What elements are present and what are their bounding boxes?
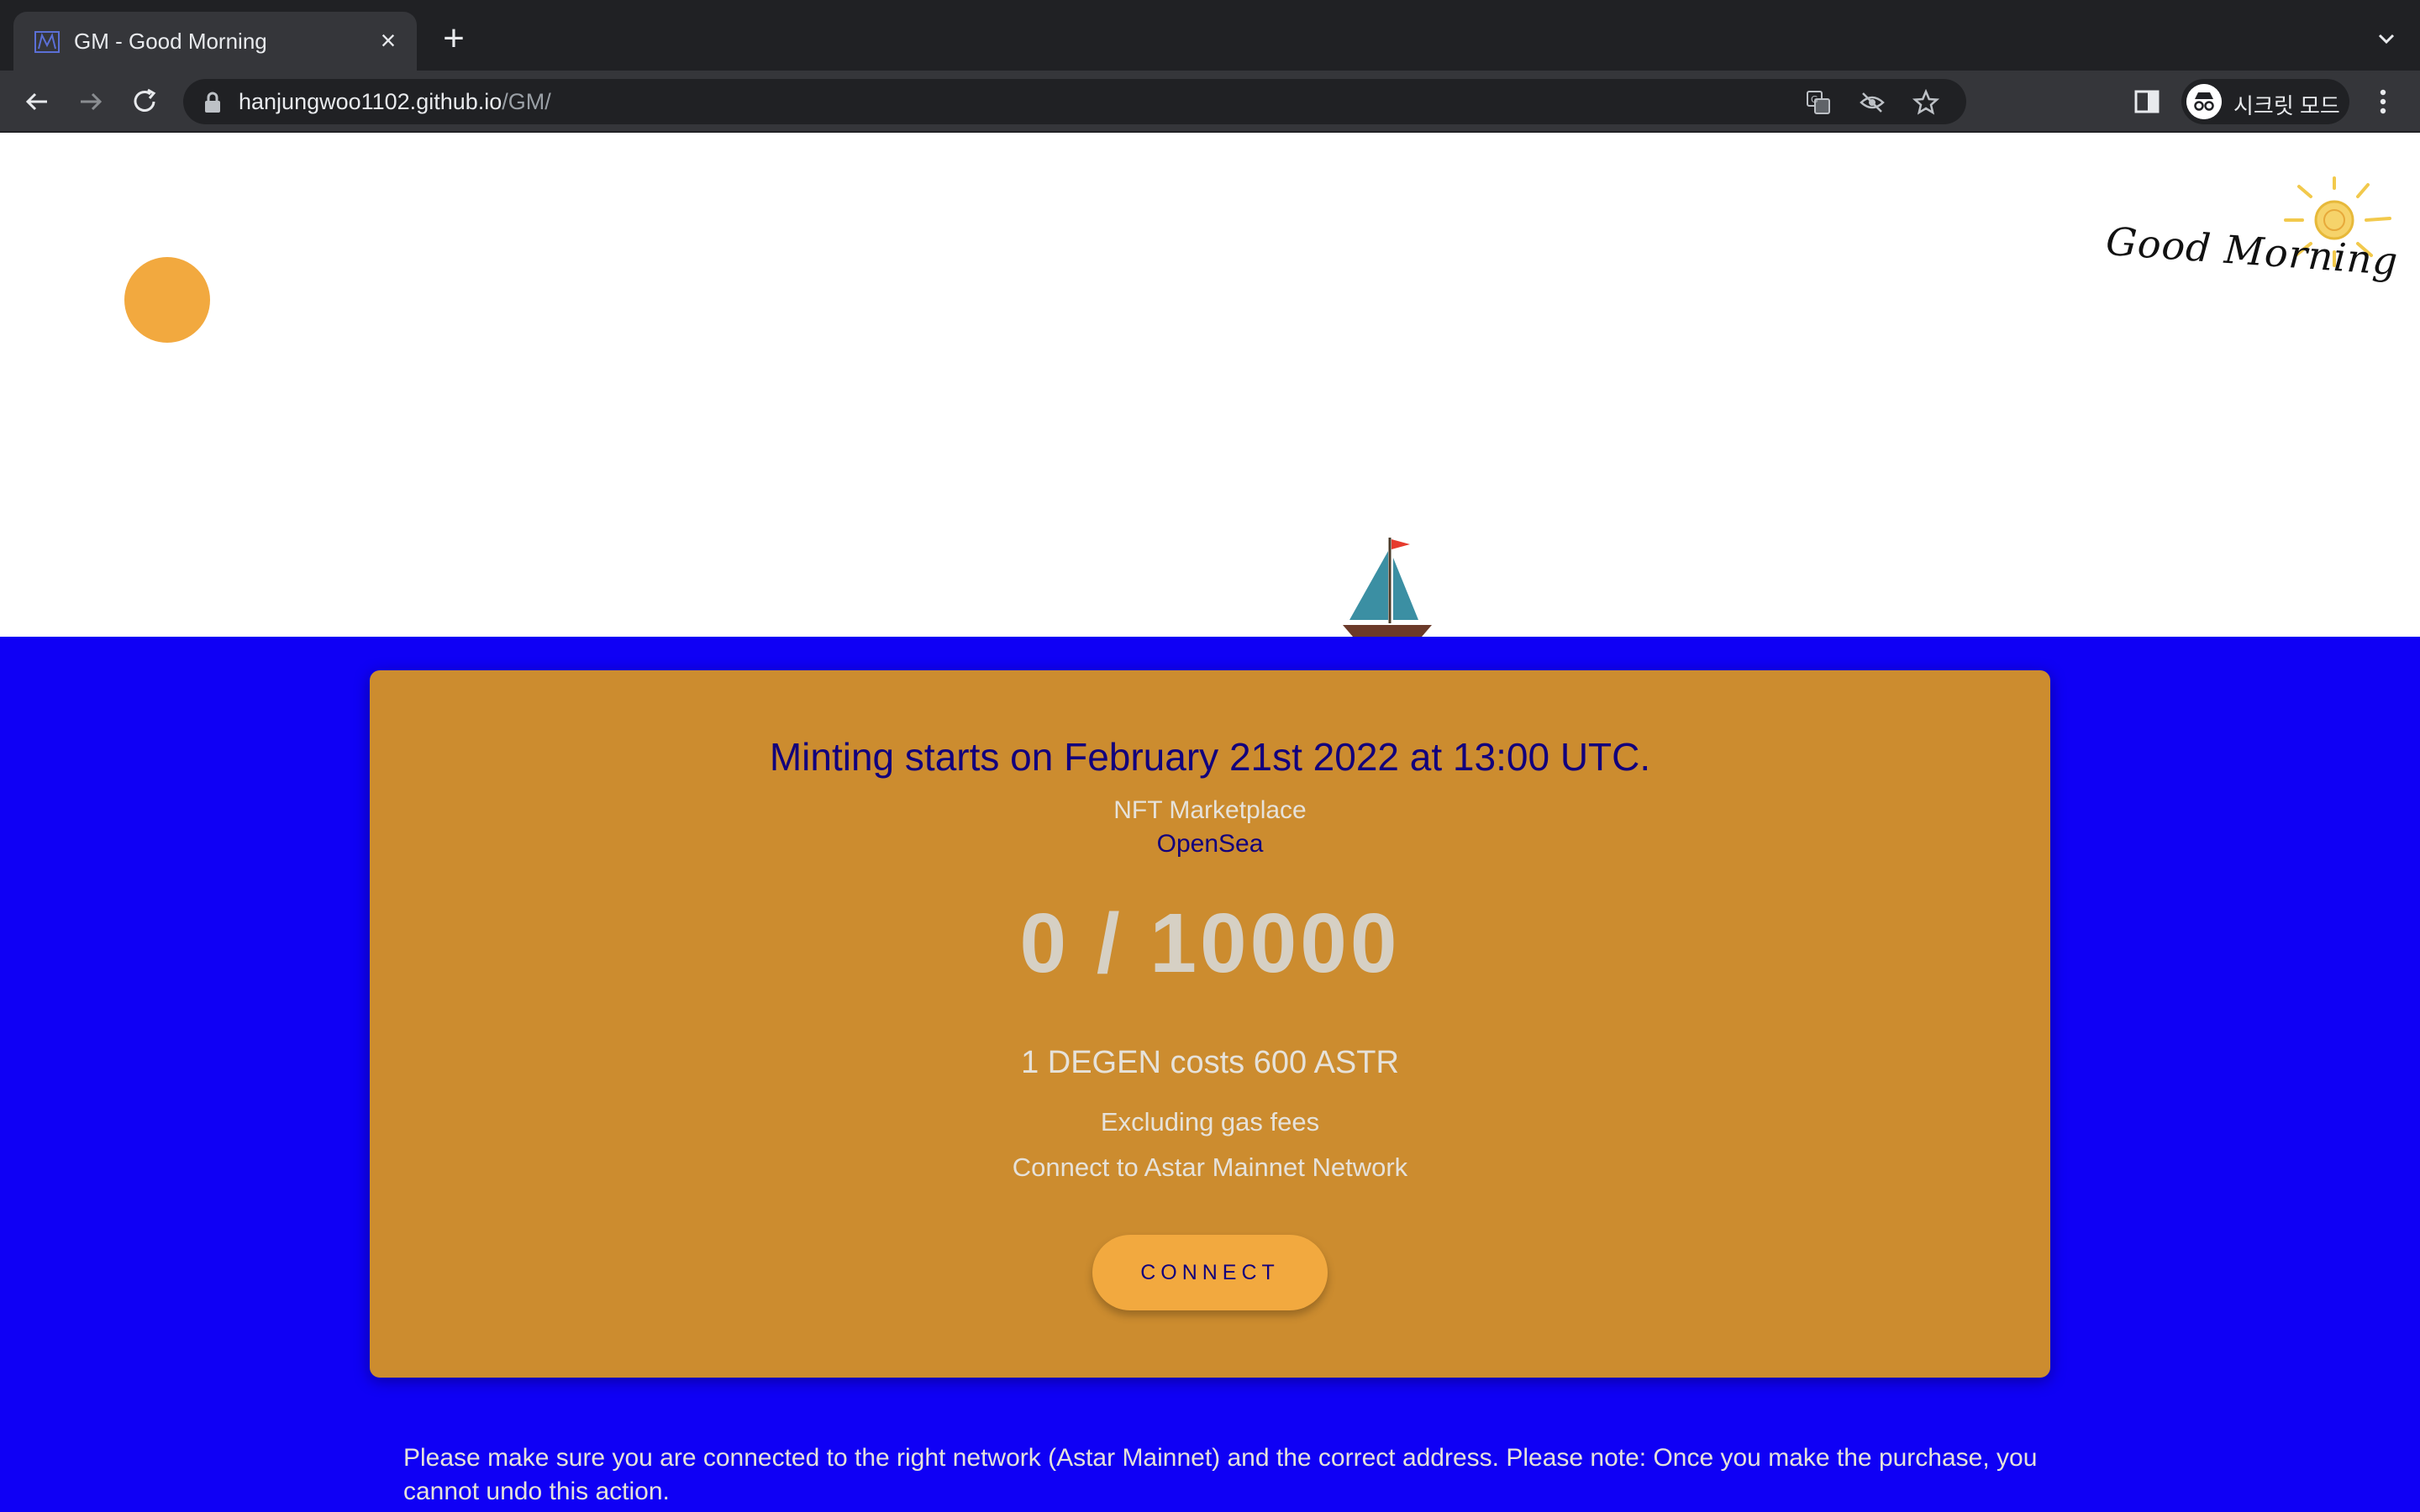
- opensea-link[interactable]: OpenSea: [370, 830, 2050, 858]
- browser-tab-strip: GM - Good Morning × +: [0, 0, 2420, 71]
- sun-circle: [124, 257, 210, 343]
- gas-fees-note: Excluding gas fees: [1100, 1107, 1320, 1137]
- translate-icon[interactable]: G: [1805, 89, 1832, 116]
- mint-counter: 0 / 10000: [1019, 896, 1401, 990]
- back-arrow-icon[interactable]: [20, 85, 54, 118]
- address-bar[interactable]: hanjungwoo1102.github.io/GM/ G: [183, 79, 1966, 124]
- star-icon[interactable]: [1912, 89, 1939, 116]
- profile-label: 시크릿 모드: [2233, 93, 2340, 118]
- browser-toolbar: hanjungwoo1102.github.io/GM/ G 시크릿 모드: [0, 71, 2420, 133]
- new-tab-plus-icon[interactable]: +: [437, 20, 471, 57]
- minting-headline: Minting starts on February 21st 2022 at …: [769, 735, 1651, 779]
- reload-icon[interactable]: [128, 85, 161, 118]
- url-host: hanjungwoo1102.github.io: [239, 89, 502, 114]
- sailboat-icon: [1343, 538, 1432, 637]
- incognito-profile-button[interactable]: 시크릿 모드: [2181, 79, 2349, 124]
- chevron-down-icon[interactable]: [2373, 25, 2400, 52]
- svg-text:G: G: [1811, 94, 1818, 105]
- favicon-icon: [34, 31, 60, 53]
- forward-arrow-icon[interactable]: [74, 85, 108, 118]
- mint-card: Minting starts on February 21st 2022 at …: [370, 670, 2050, 1378]
- tab-title: GM - Good Morning: [74, 29, 267, 54]
- url-text[interactable]: hanjungwoo1102.github.io/GM/: [239, 89, 551, 115]
- kebab-menu-icon[interactable]: [2368, 86, 2398, 118]
- marketplace-label: NFT Marketplace: [1113, 796, 1307, 824]
- sky-section: Good Morning: [0, 133, 2420, 637]
- connect-button[interactable]: CONNECT: [1092, 1235, 1328, 1310]
- sea-section: Minting starts on February 21st 2022 at …: [0, 637, 2420, 1512]
- close-tab-icon[interactable]: ×: [371, 24, 405, 57]
- web-page: Good Morning Minting starts on February …: [0, 133, 2420, 1512]
- side-panel-icon[interactable]: [2133, 87, 2161, 116]
- lock-icon[interactable]: [202, 91, 224, 114]
- network-note: Connect to Astar Mainnet Network: [1012, 1152, 1408, 1182]
- url-path: /GM/: [502, 89, 551, 114]
- price-text: 1 DEGEN costs 600 ASTR: [1021, 1045, 1399, 1080]
- incognito-icon: [2186, 84, 2222, 119]
- browser-tab-active[interactable]: GM - Good Morning ×: [13, 12, 417, 71]
- eye-off-icon[interactable]: [1859, 89, 1886, 116]
- purchase-disclaimer: Please make sure you are connected to th…: [403, 1444, 2038, 1505]
